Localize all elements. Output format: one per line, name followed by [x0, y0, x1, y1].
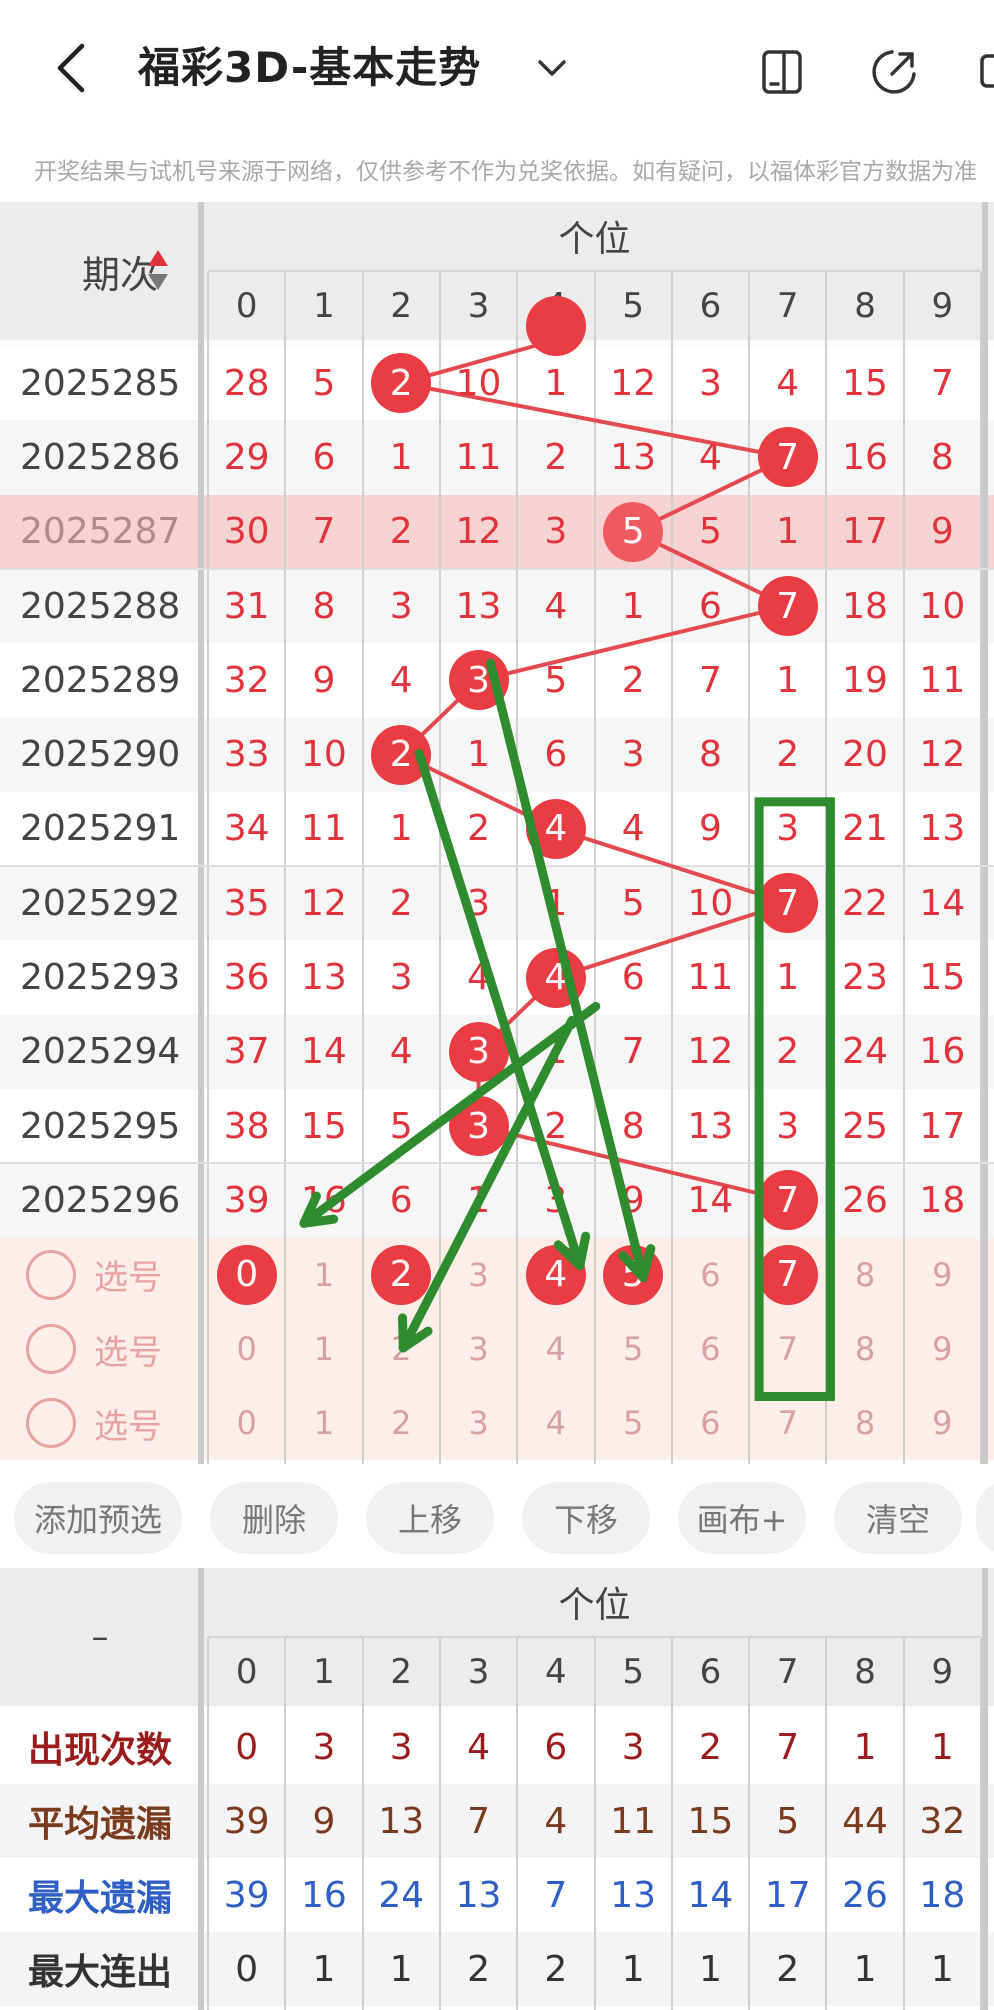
- stats-value: 9: [312, 1800, 336, 1842]
- trend-table: 期次个位012345678920252852025286202528720252…: [0, 202, 994, 1464]
- stats-digit-header-2: 2: [390, 1652, 413, 1692]
- more-icon[interactable]: [980, 46, 994, 98]
- stats-digit-header-4: 4: [545, 1652, 567, 1692]
- stats-label: 平均遗漏: [27, 1804, 172, 1845]
- stats-value: 7: [544, 1874, 568, 1916]
- annotation-arrow-head: [575, 1231, 591, 1271]
- device-switch-icon[interactable]: [758, 46, 810, 98]
- stats-value: 17: [764, 1874, 811, 1916]
- stats-value: 39: [223, 1800, 270, 1842]
- stats-digit-header-6: 6: [699, 1652, 722, 1692]
- data-source-notice: 开奖结果与试机号来源于网络，仅供参考不作为兑奖依据。如有疑问，以福体彩官方数据为…: [34, 159, 977, 185]
- action-button-2[interactable]: 上移: [366, 1482, 494, 1554]
- stats-value: 7: [467, 1800, 490, 1842]
- stats-digit-header-3: 3: [467, 1652, 490, 1692]
- annotation-arrow: [414, 749, 585, 1271]
- stats-column-divider: [670, 1638, 673, 2010]
- stats-dash: –: [91, 1617, 109, 1657]
- stats-value: 4: [544, 1800, 568, 1842]
- stats-value: 1: [853, 1726, 877, 1768]
- stats-label: 最大连出: [27, 1952, 172, 1993]
- stats-digit-header-5: 5: [622, 1652, 644, 1692]
- stats-digit-header-8: 8: [854, 1652, 876, 1692]
- action-button-5[interactable]: 清空: [834, 1482, 962, 1554]
- action-button-1[interactable]: 删除: [210, 1482, 338, 1554]
- stats-label: 最大遗漏: [27, 1878, 172, 1919]
- stats-value: 18: [919, 1874, 966, 1916]
- stats-value: 32: [919, 1800, 966, 1842]
- stats-column-divider: [361, 1638, 364, 2010]
- stats-digit-header-7: 7: [776, 1652, 799, 1692]
- stats-digit-header-9: 9: [931, 1652, 954, 1692]
- annotation-arrow: [398, 1015, 577, 1353]
- stats-value: 13: [610, 1874, 657, 1916]
- stats-column-divider: [207, 1638, 209, 2010]
- stats-value: 16: [301, 1874, 347, 1916]
- stats-column-divider: [438, 1638, 441, 2010]
- stats-value: 2: [544, 1948, 568, 1990]
- annotation-arrow: [486, 658, 648, 1283]
- stats-value: 13: [378, 1800, 425, 1842]
- chevron-down-icon[interactable]: [534, 50, 570, 86]
- stats-value: 11: [610, 1800, 657, 1842]
- stats-label: 出现次数: [27, 1730, 172, 1771]
- stats-value: 1: [698, 1948, 722, 1990]
- action-button-3[interactable]: 下移: [522, 1482, 650, 1554]
- stats-value: 14: [687, 1874, 734, 1916]
- stats-value: 6: [544, 1726, 568, 1768]
- stats-position-header: 个位: [558, 1585, 631, 1626]
- share-icon[interactable]: [868, 46, 920, 98]
- stats-label-divider: [198, 1568, 204, 2010]
- stats-value: 24: [378, 1874, 425, 1916]
- stats-column-divider: [284, 1638, 287, 2010]
- stats-value: 26: [842, 1874, 888, 1916]
- stats-value: 3: [389, 1726, 413, 1768]
- app-header: 福彩3D-基本走势: [0, 0, 994, 140]
- page-title[interactable]: 福彩3D-基本走势: [138, 40, 481, 96]
- stats-value: 7: [776, 1726, 800, 1768]
- stats-table: – 个位 0 1 2 3 4 5 6 7 8 9 出现次数 0 3 3 4 6 3 2 7 1 1 平均遗漏 39 9 13 7 4 11…: [0, 1568, 994, 2010]
- annotation-arrow-head: [299, 1214, 339, 1228]
- stats-value: 4: [467, 1726, 490, 1768]
- stats-value: 1: [930, 1726, 954, 1768]
- stats-value: 1: [621, 1948, 645, 1990]
- stats-column-divider: [748, 1638, 751, 2010]
- stats-value: 0: [235, 1948, 259, 1990]
- stats-column-divider: [825, 1638, 828, 2010]
- action-button-4[interactable]: 画布+: [678, 1482, 806, 1554]
- more-actions-button[interactable]: [976, 1482, 994, 1554]
- back-icon[interactable]: [48, 40, 96, 96]
- action-button-0[interactable]: 添加预选: [14, 1482, 182, 1554]
- stats-value: 0: [235, 1726, 259, 1768]
- action-bar: 添加预选 删除 上移 下移 画布+ 清空: [0, 1464, 994, 1568]
- stats-value: 39: [223, 1874, 270, 1916]
- stats-value: 5: [776, 1800, 800, 1842]
- stats-digit-header-0: 0: [235, 1652, 258, 1692]
- stats-value: 13: [455, 1874, 502, 1916]
- stats-digit-header-1: 1: [313, 1652, 335, 1692]
- stats-right-divider: [982, 1568, 988, 2010]
- stats-value: 3: [621, 1726, 645, 1768]
- stats-value: 15: [687, 1800, 734, 1842]
- stats-value: 2: [467, 1948, 490, 1990]
- stats-column-divider: [516, 1638, 519, 2010]
- stats-value: 44: [842, 1800, 888, 1842]
- annotation-layer: [299, 658, 835, 1401]
- stats-column-divider: [902, 1638, 905, 2010]
- stats-value: 1: [930, 1948, 954, 1990]
- annotation-box: [754, 797, 835, 1401]
- stats-value: 1: [312, 1948, 336, 1990]
- stats-value: 3: [312, 1726, 336, 1768]
- stats-value: 2: [698, 1726, 722, 1768]
- stats-value: 1: [389, 1948, 413, 1990]
- annotation-arrow-head: [638, 1244, 656, 1283]
- stats-value: 2: [776, 1948, 800, 1990]
- stats-column-divider: [593, 1638, 596, 2010]
- stats-value: 1: [853, 1948, 877, 1990]
